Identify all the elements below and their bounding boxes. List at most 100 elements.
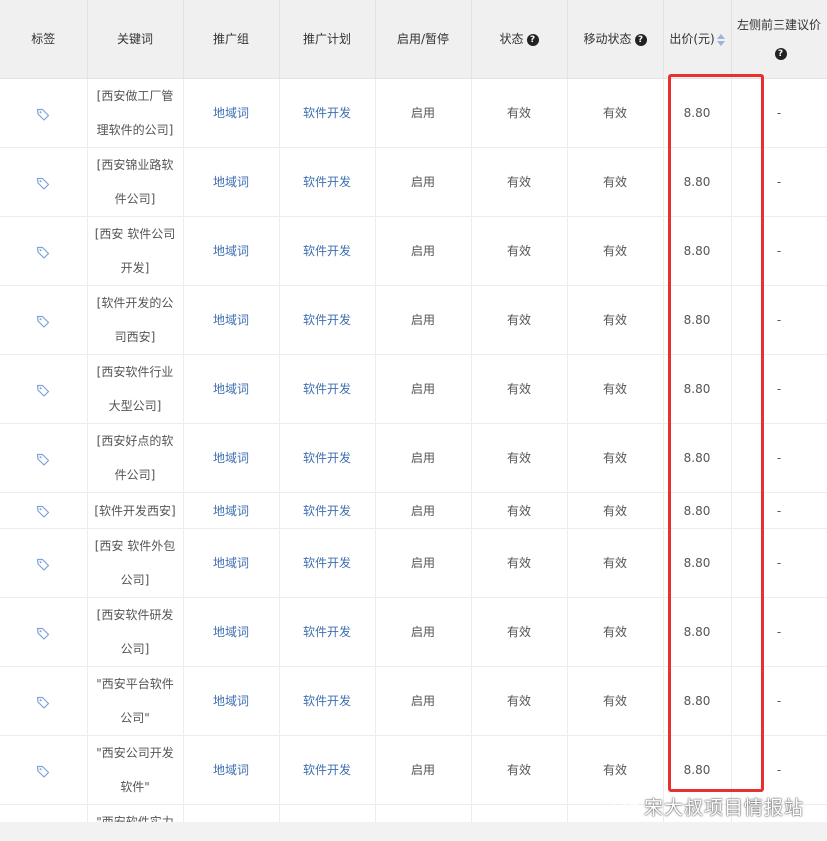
header-status-label: 状态 — [499, 32, 524, 46]
group-link[interactable]: 地域词 — [183, 597, 280, 667]
tag-icon[interactable] — [36, 314, 50, 328]
bid-cell[interactable]: 8.80 — [663, 666, 732, 736]
tag-icon[interactable] — [36, 245, 50, 259]
plan-link[interactable]: 软件开发 — [279, 147, 376, 217]
plan-link[interactable]: 软件开发 — [279, 78, 376, 148]
toggle-cell[interactable] — [375, 804, 472, 822]
group-link[interactable]: 地域词 — [183, 354, 280, 424]
footer-strip — [0, 822, 827, 841]
header-mobile-status: 移动状态? — [567, 0, 664, 79]
status-cell: 有效 — [471, 216, 568, 286]
toggle-cell[interactable]: 启用 — [375, 666, 472, 736]
status-cell: 有效 — [471, 147, 568, 217]
plan-link[interactable]: 软件开发 — [279, 354, 376, 424]
bid-cell[interactable]: 8.80 — [663, 528, 732, 598]
tag-cell — [0, 528, 88, 598]
header-suggest: 左侧前三建议价? — [731, 0, 827, 79]
keyword-cell: "西安公司开发软件" — [87, 735, 184, 805]
suggest-cell: - — [731, 597, 827, 667]
toggle-cell[interactable]: 启用 — [375, 216, 472, 286]
keyword-cell: [西安 软件公司开发] — [87, 216, 184, 286]
bid-cell[interactable]: 8.80 — [663, 354, 732, 424]
help-icon[interactable]: ? — [774, 47, 787, 60]
tag-icon[interactable] — [36, 557, 50, 571]
suggest-cell: - — [731, 216, 827, 286]
toggle-cell[interactable]: 启用 — [375, 285, 472, 355]
suggest-cell: - — [731, 528, 827, 598]
group-link[interactable]: 地域词 — [183, 285, 280, 355]
help-icon[interactable]: ? — [634, 33, 647, 46]
tag-icon[interactable] — [36, 107, 50, 121]
tag-icon[interactable] — [36, 176, 50, 190]
sort-icon[interactable] — [716, 33, 725, 46]
table-row: [西安 软件外包公司] 地域词 软件开发 启用 有效 有效 8.80- — [0, 528, 827, 598]
mobile-status-cell: 有效 — [567, 285, 664, 355]
keyword-cell: [西安好点的软件公司] — [87, 423, 184, 493]
toggle-cell[interactable]: 启用 — [375, 78, 472, 148]
header-group: 推广组 — [183, 0, 280, 79]
keyword-cell: [西安锦业路软件公司] — [87, 147, 184, 217]
group-link[interactable]: 地域词 — [183, 735, 280, 805]
plan-link[interactable]: 软件开发 — [279, 597, 376, 667]
toggle-cell[interactable]: 启用 — [375, 147, 472, 217]
bid-cell[interactable]: 8.80 — [663, 216, 732, 286]
bid-cell[interactable]: 8.80 — [663, 423, 732, 493]
table-row: [西安软件研发公司] 地域词 软件开发 启用 有效 有效 8.80- — [0, 597, 827, 667]
status-cell: 有效 — [471, 78, 568, 148]
table-row: [西安好点的软件公司] 地域词 软件开发 启用 有效 有效 8.80- — [0, 423, 827, 493]
bid-cell[interactable]: 8.80 — [663, 285, 732, 355]
group-link[interactable] — [183, 804, 280, 822]
table-row: [西安锦业路软件公司] 地域词 软件开发 启用 有效 有效 8.80- — [0, 147, 827, 217]
watermark-text: 宋大叔项目情报站 — [644, 796, 805, 819]
plan-link[interactable]: 软件开发 — [279, 528, 376, 598]
header-bid[interactable]: 出价(元) — [663, 0, 732, 79]
tag-icon[interactable] — [36, 695, 50, 709]
group-link[interactable]: 地域词 — [183, 492, 280, 529]
keyword-cell: [西安软件研发公司] — [87, 597, 184, 667]
tag-cell — [0, 423, 88, 493]
plan-link[interactable] — [279, 804, 376, 822]
mobile-status-cell: 有效 — [567, 78, 664, 148]
header-tag: 标签 — [0, 0, 88, 79]
plan-link[interactable]: 软件开发 — [279, 423, 376, 493]
table-row: [西安做工厂管理软件的公司] 地域词 软件开发 启用 有效 有效 8.80- — [0, 78, 827, 148]
mobile-status-cell: 有效 — [567, 216, 664, 286]
tag-icon[interactable] — [36, 504, 50, 518]
keyword-table-container: 标签 关键词 推广组 推广计划 启用/暂停 状态? 移动状态? 出价(元) 左侧… — [0, 0, 827, 822]
bid-cell[interactable]: 8.80 — [663, 147, 732, 217]
header-plan: 推广计划 — [279, 0, 376, 79]
keyword-cell: [西安 软件外包公司] — [87, 528, 184, 598]
plan-link[interactable]: 软件开发 — [279, 735, 376, 805]
group-link[interactable]: 地域词 — [183, 666, 280, 736]
tag-cell — [0, 285, 88, 355]
keyword-table: 标签 关键词 推广组 推广计划 启用/暂停 状态? 移动状态? 出价(元) 左侧… — [0, 0, 827, 822]
group-link[interactable]: 地域词 — [183, 528, 280, 598]
group-link[interactable]: 地域词 — [183, 78, 280, 148]
group-link[interactable]: 地域词 — [183, 216, 280, 286]
group-link[interactable]: 地域词 — [183, 423, 280, 493]
toggle-cell[interactable]: 启用 — [375, 528, 472, 598]
mobile-status-cell: 有效 — [567, 666, 664, 736]
bid-cell[interactable]: 8.80 — [663, 492, 732, 529]
status-cell: 有效 — [471, 492, 568, 529]
status-cell: 有效 — [471, 285, 568, 355]
tag-icon[interactable] — [36, 764, 50, 778]
plan-link[interactable]: 软件开发 — [279, 666, 376, 736]
toggle-cell[interactable]: 启用 — [375, 735, 472, 805]
toggle-cell[interactable]: 启用 — [375, 423, 472, 493]
tag-icon[interactable] — [36, 452, 50, 466]
toggle-cell[interactable]: 启用 — [375, 354, 472, 424]
plan-link[interactable]: 软件开发 — [279, 285, 376, 355]
toggle-cell[interactable]: 启用 — [375, 492, 472, 529]
toggle-cell[interactable]: 启用 — [375, 597, 472, 667]
group-link[interactable]: 地域词 — [183, 147, 280, 217]
keyword-cell: [软件开发的公司西安] — [87, 285, 184, 355]
table-row: [西安 软件公司开发] 地域词 软件开发 启用 有效 有效 8.80- — [0, 216, 827, 286]
tag-icon[interactable] — [36, 626, 50, 640]
tag-icon[interactable] — [36, 383, 50, 397]
plan-link[interactable]: 软件开发 — [279, 216, 376, 286]
help-icon[interactable]: ? — [526, 33, 539, 46]
bid-cell[interactable]: 8.80 — [663, 597, 732, 667]
plan-link[interactable]: 软件开发 — [279, 492, 376, 529]
bid-cell[interactable]: 8.80 — [663, 78, 732, 148]
